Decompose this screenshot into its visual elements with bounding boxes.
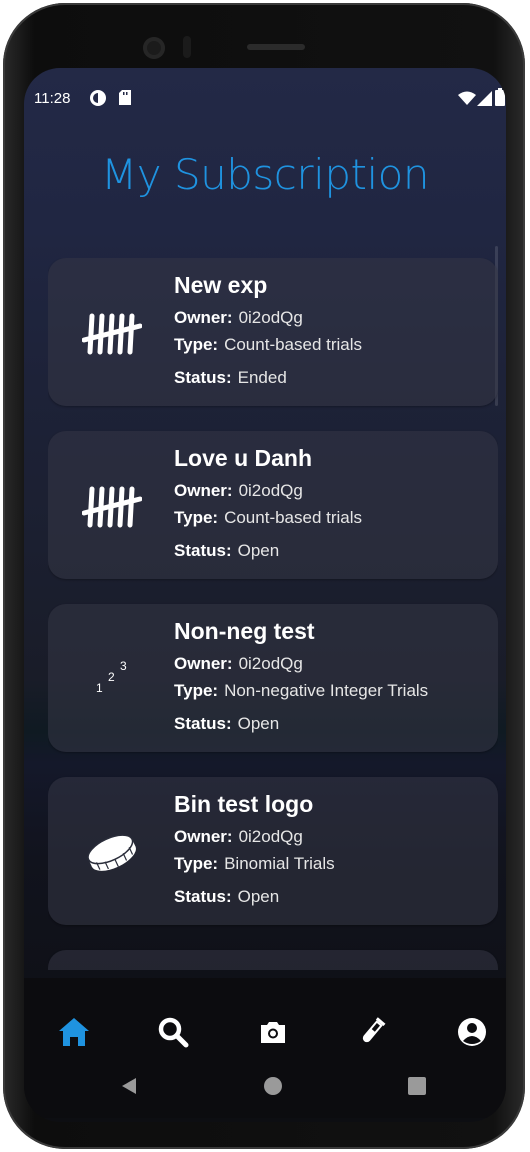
wifi-icon: [458, 91, 476, 105]
owner-row: Owner: 0i2odQg: [174, 481, 303, 501]
tally-marks-icon: [82, 313, 142, 355]
number-two: 2: [108, 670, 115, 684]
type-label: Type:: [174, 508, 219, 527]
test-tube-icon[interactable]: [352, 1012, 392, 1052]
type-row: Type: Count-based trials: [174, 508, 362, 528]
status-value: Open: [237, 541, 280, 560]
type-label: Type:: [174, 681, 219, 700]
bottom-navigation: [24, 978, 506, 1118]
status-label: Status:: [174, 541, 232, 560]
owner-row: Owner: 0i2odQg: [174, 308, 303, 328]
status-bar: 11:28: [24, 68, 506, 128]
earpiece-speaker: [247, 44, 305, 50]
number-three: 3: [120, 659, 127, 673]
profile-icon[interactable]: [452, 1012, 492, 1052]
owner-value: 0i2odQg: [238, 654, 303, 673]
search-icon[interactable]: [153, 1012, 193, 1052]
type-label: Type:: [174, 854, 219, 873]
subscription-card[interactable]: Love u Danh Owner: 0i2odQg Type: Count-bas…: [48, 431, 498, 579]
system-back-icon[interactable]: [119, 1076, 139, 1096]
sd-card-icon: [119, 90, 131, 105]
cellular-signal-icon: [477, 91, 492, 106]
type-value: Count-based trials: [224, 508, 363, 527]
tally-marks-icon: [82, 486, 142, 528]
type-label: Type:: [174, 335, 219, 354]
subscription-card[interactable]: 1 2 3 Non-neg test Owner: 0i2odQg Type: No…: [48, 604, 498, 752]
status-value: Ended: [237, 368, 287, 387]
status-row: Status: Open: [174, 714, 279, 734]
status-row: Status: Open: [174, 541, 279, 561]
subscription-name: Love u Danh: [174, 445, 313, 471]
system-recents-icon[interactable]: [407, 1076, 427, 1096]
type-row: Type: Binomial Trials: [174, 854, 335, 874]
home-icon[interactable]: [54, 1012, 94, 1052]
type-value: Count-based trials: [224, 335, 363, 354]
status-value: Open: [237, 714, 280, 733]
status-label: Status:: [174, 887, 232, 906]
status-row: Status: Ended: [174, 368, 287, 388]
owner-label: Owner:: [174, 654, 233, 673]
camera-icon[interactable]: [253, 1012, 293, 1052]
type-row: Type: Non-negative Integer Trials: [174, 681, 428, 701]
subscription-list[interactable]: New exp Owner: 0i2odQg Type: Count-based t…: [48, 258, 498, 970]
number-one: 1: [96, 681, 103, 695]
type-row: Type: Count-based trials: [174, 335, 362, 355]
subscription-name: Non-neg test: [174, 618, 315, 644]
owner-row: Owner: 0i2odQg: [174, 654, 303, 674]
subscription-name: New exp: [174, 272, 268, 298]
front-camera: [143, 37, 165, 59]
subscription-card-partial[interactable]: [48, 950, 498, 970]
owner-row: Owner: 0i2odQg: [174, 827, 303, 847]
status-label: Status:: [174, 368, 232, 387]
type-value: Binomial Trials: [224, 854, 335, 873]
system-home-icon[interactable]: [263, 1076, 283, 1096]
numbers-123-icon: 1 2 3: [96, 659, 127, 695]
type-value: Non-negative Integer Trials: [224, 681, 429, 700]
owner-value: 0i2odQg: [238, 481, 303, 500]
status-row: Status: Open: [174, 887, 279, 907]
data-saver-icon: [90, 90, 106, 106]
subscription-card[interactable]: New exp Owner: 0i2odQg Type: Count-based t…: [48, 258, 498, 406]
owner-label: Owner:: [174, 308, 233, 327]
status-value: Open: [237, 887, 280, 906]
status-label: Status:: [174, 714, 232, 733]
owner-label: Owner:: [174, 481, 233, 500]
battery-icon: [495, 88, 505, 106]
owner-value: 0i2odQg: [238, 308, 303, 327]
subscription-card[interactable]: Bin test logo Owner: 0i2odQg Type: Binomia…: [48, 777, 498, 925]
page-title: My Subscription: [101, 150, 429, 199]
owner-label: Owner:: [174, 827, 233, 846]
status-time: 11:28: [34, 90, 71, 107]
coin-icon: [87, 834, 136, 871]
app-screen: 11:28 My Subscription New exp Owner: 0i2…: [24, 68, 506, 1122]
subscription-name: Bin test logo: [174, 791, 314, 817]
sensor: [183, 36, 191, 58]
owner-value: 0i2odQg: [238, 827, 303, 846]
